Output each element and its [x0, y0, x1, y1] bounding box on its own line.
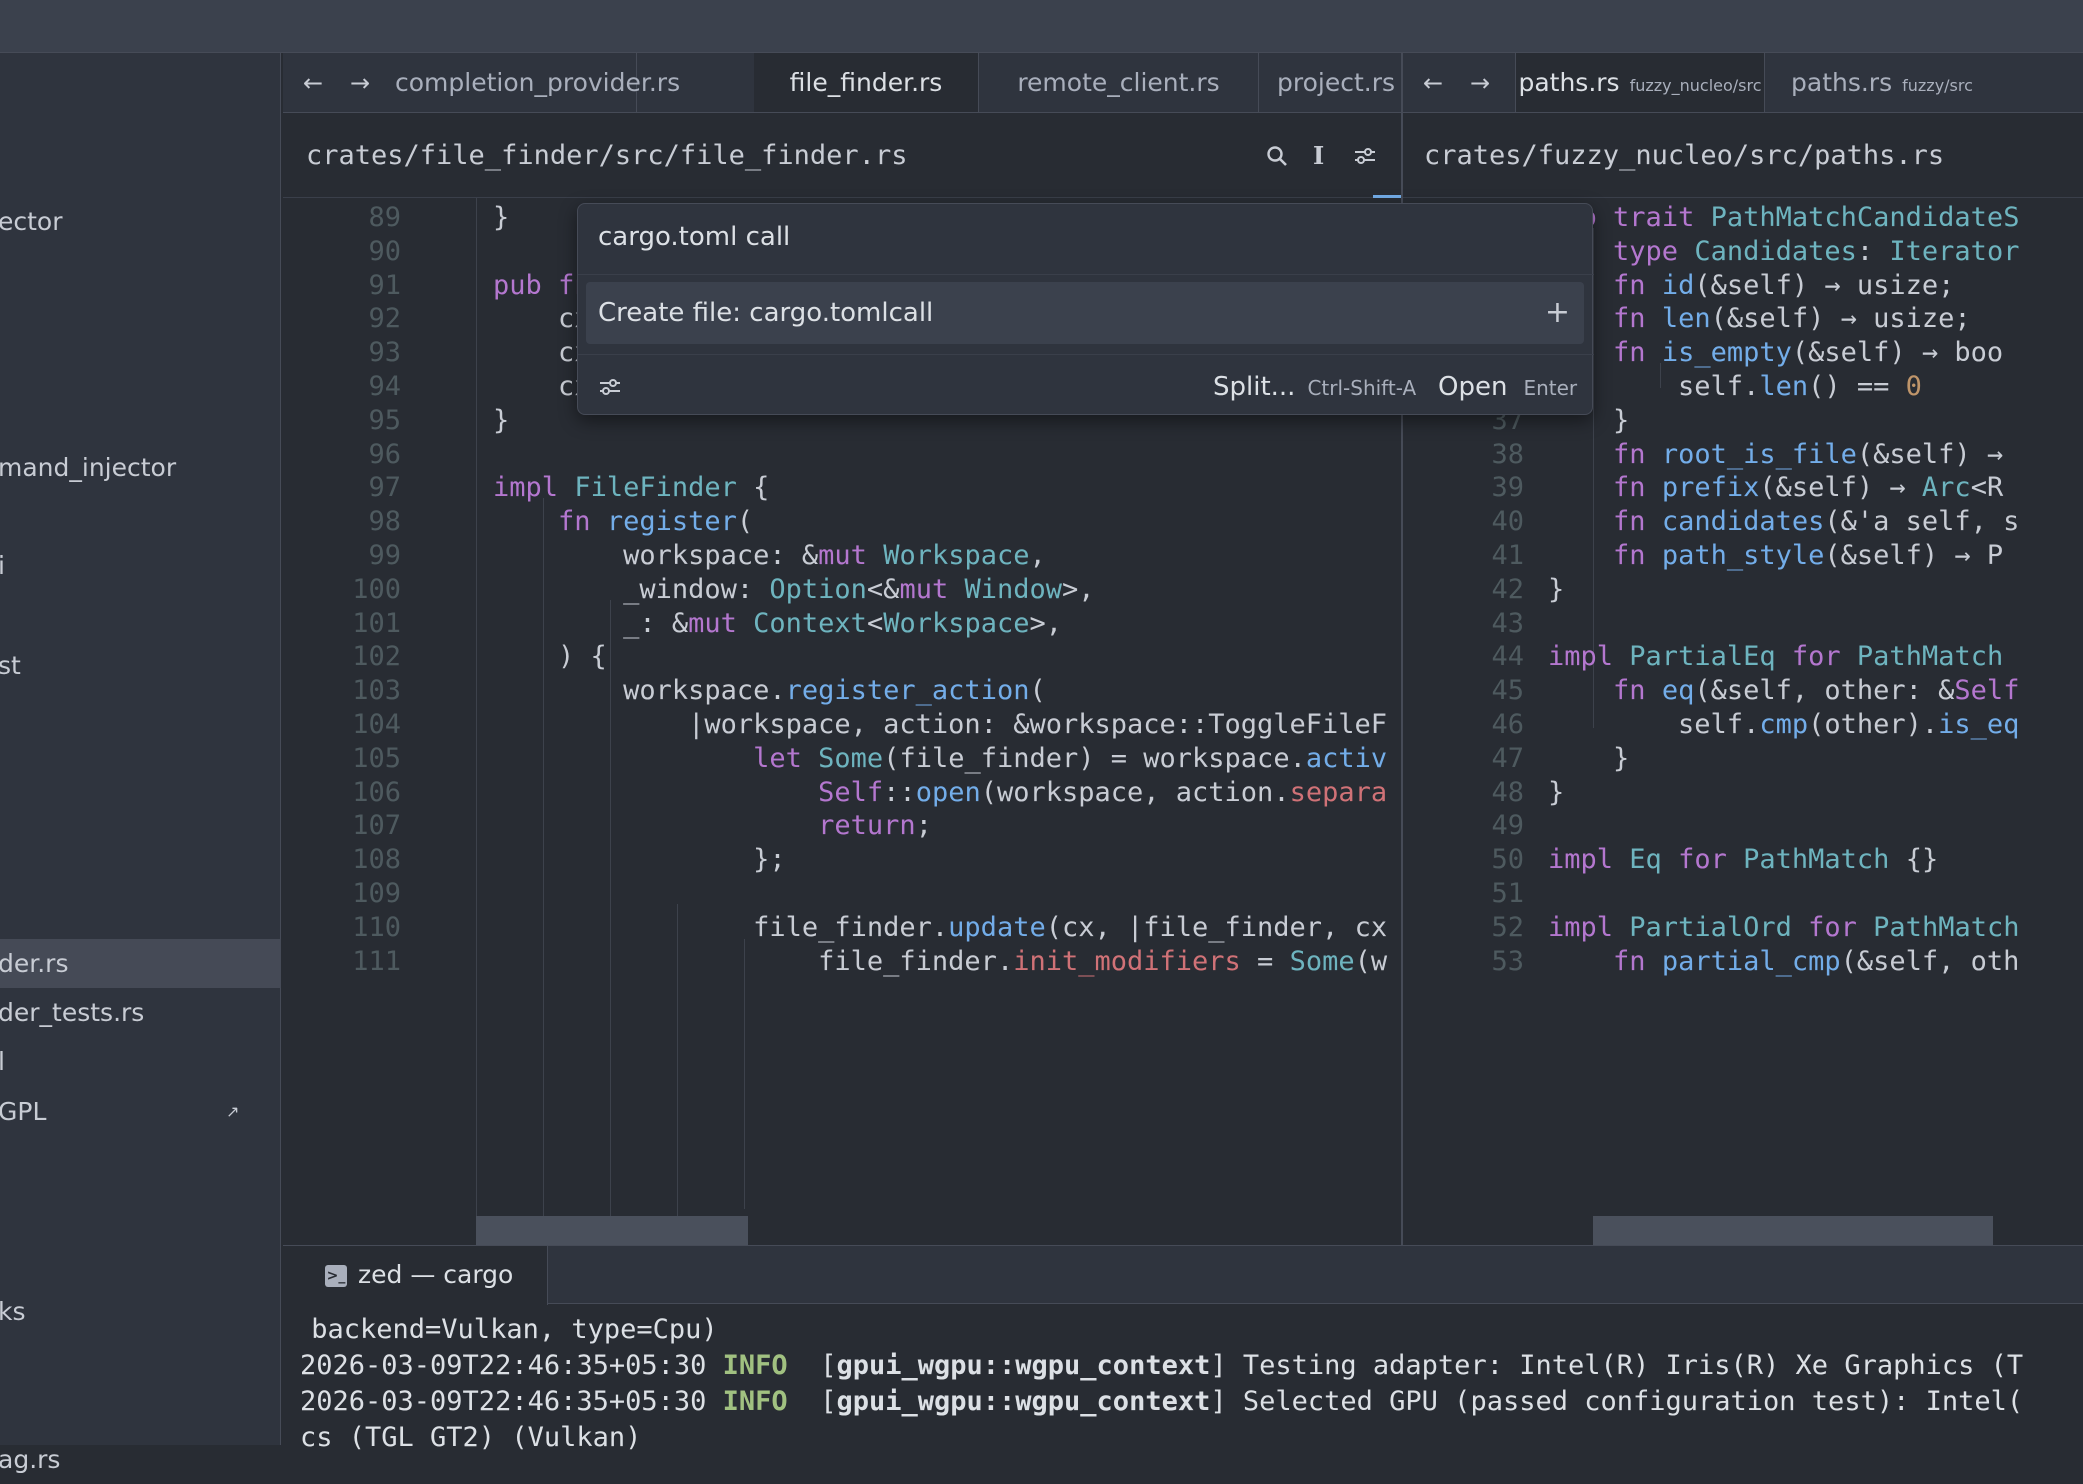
plus-icon: + [1544, 295, 1570, 330]
code-line: impl Eq for PathMatch {} [1548, 844, 1939, 875]
terminal-panel: >_ zed — cargo backend=Vulkan, type=Cpu)… [283, 1245, 2083, 1453]
terminal-line: backend=Vulkan, type=Cpu) [295, 1314, 718, 1345]
open-shortcut: Enter [1523, 376, 1578, 400]
terminal-line: 2026-03-09T22:46:35+05:30 INFO [gpui_wgp… [300, 1350, 2024, 1381]
sidebar-item-label: ector [0, 207, 63, 236]
right-tab-bar: paths.rs fuzzy_nucleo/src paths.rs fuzzy/s… [1403, 53, 2083, 113]
sidebar-item[interactable]: ks [0, 1287, 281, 1336]
code-line: } [428, 202, 510, 233]
forward-arrow-icon[interactable]: → [350, 53, 370, 113]
terminal-line: 2026-03-09T22:46:35+05:30 INFO [gpui_wgp… [300, 1386, 2024, 1417]
sidebar-item-label: i [0, 551, 5, 580]
forward-arrow-icon[interactable]: → [1470, 53, 1490, 113]
divider [578, 354, 1594, 355]
title-bar [0, 0, 2083, 53]
sidebar-item[interactable]: l [0, 1037, 281, 1086]
tab-remote-client[interactable]: remote_client.rs [979, 53, 1259, 112]
terminal-line: cs (TGL GT2) (Vulkan) [300, 1422, 642, 1453]
file-finder-footer: Split... Ctrl-Shift-A Open Enter [578, 362, 1594, 416]
code-line: fn partial_cmp(&self, oth [1613, 946, 2020, 977]
file-finder-query-input[interactable]: cargo.toml call [598, 222, 790, 252]
project-panel: ector mand_injector i st der.rs der_test… [0, 53, 281, 1474]
terminal-tab-label: zed — cargo [358, 1260, 514, 1289]
sidebar-item[interactable]: ag.rs [0, 1435, 281, 1484]
terminal-tab[interactable]: >_ zed — cargo [283, 1246, 548, 1305]
open-button[interactable]: Open Enter [1438, 372, 1577, 402]
create-file-option[interactable]: Create file: cargo.tomlcall + [586, 282, 1584, 344]
sidebar-item-selected[interactable]: der.rs [0, 939, 281, 988]
code-line: } [1548, 574, 1565, 605]
sidebar-item-label: ks [0, 1297, 26, 1326]
tab-project[interactable]: project.rs [1259, 53, 1401, 112]
code-line: }; [428, 844, 786, 875]
code-line: fn path_style(&self) → P [1613, 540, 2004, 571]
terminal-icon: >_ [325, 1265, 347, 1287]
terminal-tab-bar: >_ zed — cargo [283, 1246, 2083, 1305]
sidebar-item-label: l [0, 1047, 5, 1076]
filter-options-icon[interactable] [598, 376, 622, 402]
sidebar-item[interactable]: ector [0, 197, 281, 246]
tab-paths-fuzzy-nucleo[interactable]: paths.rs fuzzy_nucleo/src [1515, 53, 1765, 112]
sidebar-item-label: st [0, 651, 21, 680]
sidebar-item[interactable]: i [0, 541, 281, 590]
tab-file-finder[interactable]: file_finder.rs [754, 53, 979, 112]
scrollbar-thumb[interactable] [476, 1216, 748, 1245]
line-number: 111 [352, 946, 401, 977]
create-file-label: Create file: cargo.tomlcall [598, 298, 934, 328]
sliders-icon[interactable] [1353, 113, 1377, 198]
file-finder-modal: cargo.toml call Create file: cargo.tomlc… [577, 203, 1594, 416]
sidebar-item-label: der.rs [0, 949, 69, 978]
scrollbar-thumb[interactable] [1593, 1216, 1993, 1245]
split-button[interactable]: Split... Ctrl-Shift-A [1213, 372, 1416, 402]
breadcrumb-right[interactable]: crates/fuzzy_nucleo/src/paths.rs [1403, 113, 2083, 198]
sidebar-item[interactable]: mand_injector [0, 443, 281, 492]
code-line: } [428, 405, 510, 436]
left-tab-bar: completion_provider.rs file_finder.rs re… [283, 53, 1401, 113]
sidebar-item-label: GPL [0, 1097, 47, 1126]
back-arrow-icon[interactable]: ← [1423, 53, 1443, 113]
sidebar-item[interactable]: GPL ↗ [0, 1087, 281, 1136]
breadcrumb[interactable]: crates/file_finder/src/file_finder.rs [283, 113, 1401, 198]
sidebar-item[interactable]: st [0, 641, 281, 690]
sidebar-item-label: ag.rs [0, 1445, 61, 1474]
external-link-icon: ↗ [226, 1102, 240, 1121]
back-arrow-icon[interactable]: ← [303, 53, 323, 113]
text-cursor-icon[interactable]: I [1313, 113, 1324, 198]
search-icon[interactable] [1266, 113, 1288, 198]
code-line: } [1548, 777, 1565, 808]
sidebar-item[interactable]: der_tests.rs [0, 988, 281, 1037]
divider [578, 274, 1594, 275]
split-shortcut: Ctrl-Shift-A [1307, 376, 1417, 400]
sidebar-item-label: der_tests.rs [0, 998, 145, 1027]
sidebar-item-label: mand_injector [0, 453, 177, 482]
tab-paths-fuzzy[interactable]: paths.rs fuzzy/src [1765, 53, 2083, 112]
line-number: 53 [1491, 946, 1524, 977]
tab-completion-provider[interactable]: completion_provider.rs [395, 53, 680, 112]
code-line: file_finder.init_modifiers = Some(w [428, 946, 1388, 977]
